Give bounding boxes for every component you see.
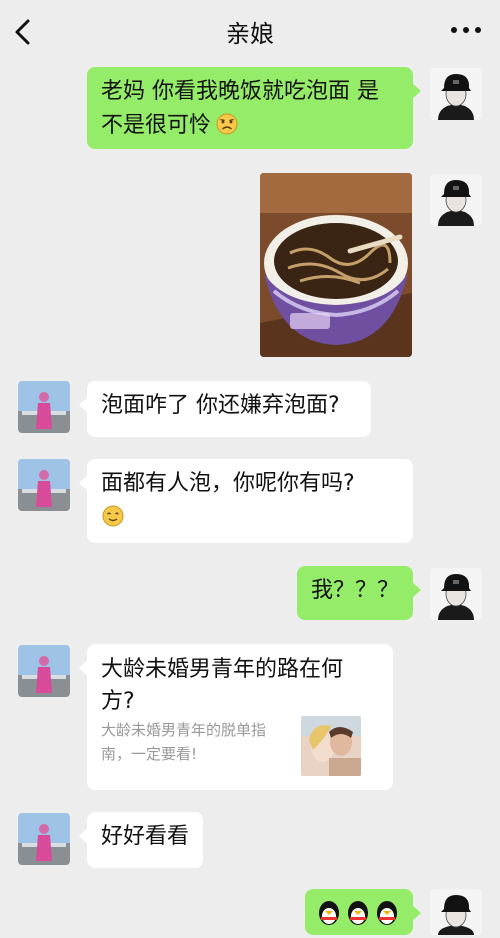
self-avatar[interactable] — [430, 174, 482, 226]
self-avatar[interactable] — [430, 889, 482, 935]
link-thumbnail-image — [301, 716, 361, 776]
sad-face-emoji-icon — [215, 112, 239, 136]
sent-message-bubble[interactable]: 老妈 你看我晚饭就吃泡面 是不是很可怜 — [87, 67, 421, 149]
contact-avatar[interactable] — [18, 645, 70, 697]
received-message-bubble[interactable]: 好好看看 — [79, 812, 203, 868]
more-options-icon[interactable] — [448, 18, 484, 42]
penguin-emoji-icon — [315, 897, 403, 927]
link-title: 大龄未婚男青年的路在何方? — [101, 657, 344, 714]
smiling-face-emoji-icon — [101, 504, 125, 528]
contact-avatar[interactable] — [18, 381, 70, 433]
message-text: 好好看看 — [101, 824, 190, 849]
chat-header: 亲娘 — [0, 0, 500, 64]
message-text: 面都有人泡，你呢你有吗? — [101, 471, 355, 496]
message-text: 泡面咋了 你还嫌弃泡面? — [101, 393, 340, 418]
sent-message-bubble[interactable] — [305, 889, 421, 935]
chat-title: 亲娘 — [226, 20, 274, 48]
self-avatar[interactable] — [430, 68, 482, 120]
received-message-bubble[interactable]: 泡面咋了 你还嫌弃泡面? — [79, 381, 371, 437]
message-text: 我？？？ — [311, 578, 400, 603]
link-description: 大龄未婚男青年的脱单指南，一定要看! — [101, 721, 267, 763]
contact-avatar[interactable] — [18, 459, 70, 511]
self-avatar[interactable] — [430, 568, 482, 620]
received-message-bubble[interactable]: 面都有人泡，你呢你有吗? — [79, 459, 413, 543]
contact-avatar[interactable] — [18, 813, 70, 865]
message-text: 老妈 你看我晚饭就吃泡面 是不是很可怜 — [101, 79, 379, 138]
shared-link-card[interactable]: 大龄未婚男青年的路在何方? 大龄未婚男青年的脱单指南，一定要看! — [79, 644, 393, 790]
instant-noodle-photo[interactable] — [260, 173, 412, 357]
sent-message-bubble[interactable]: 我？？？ — [297, 566, 421, 620]
